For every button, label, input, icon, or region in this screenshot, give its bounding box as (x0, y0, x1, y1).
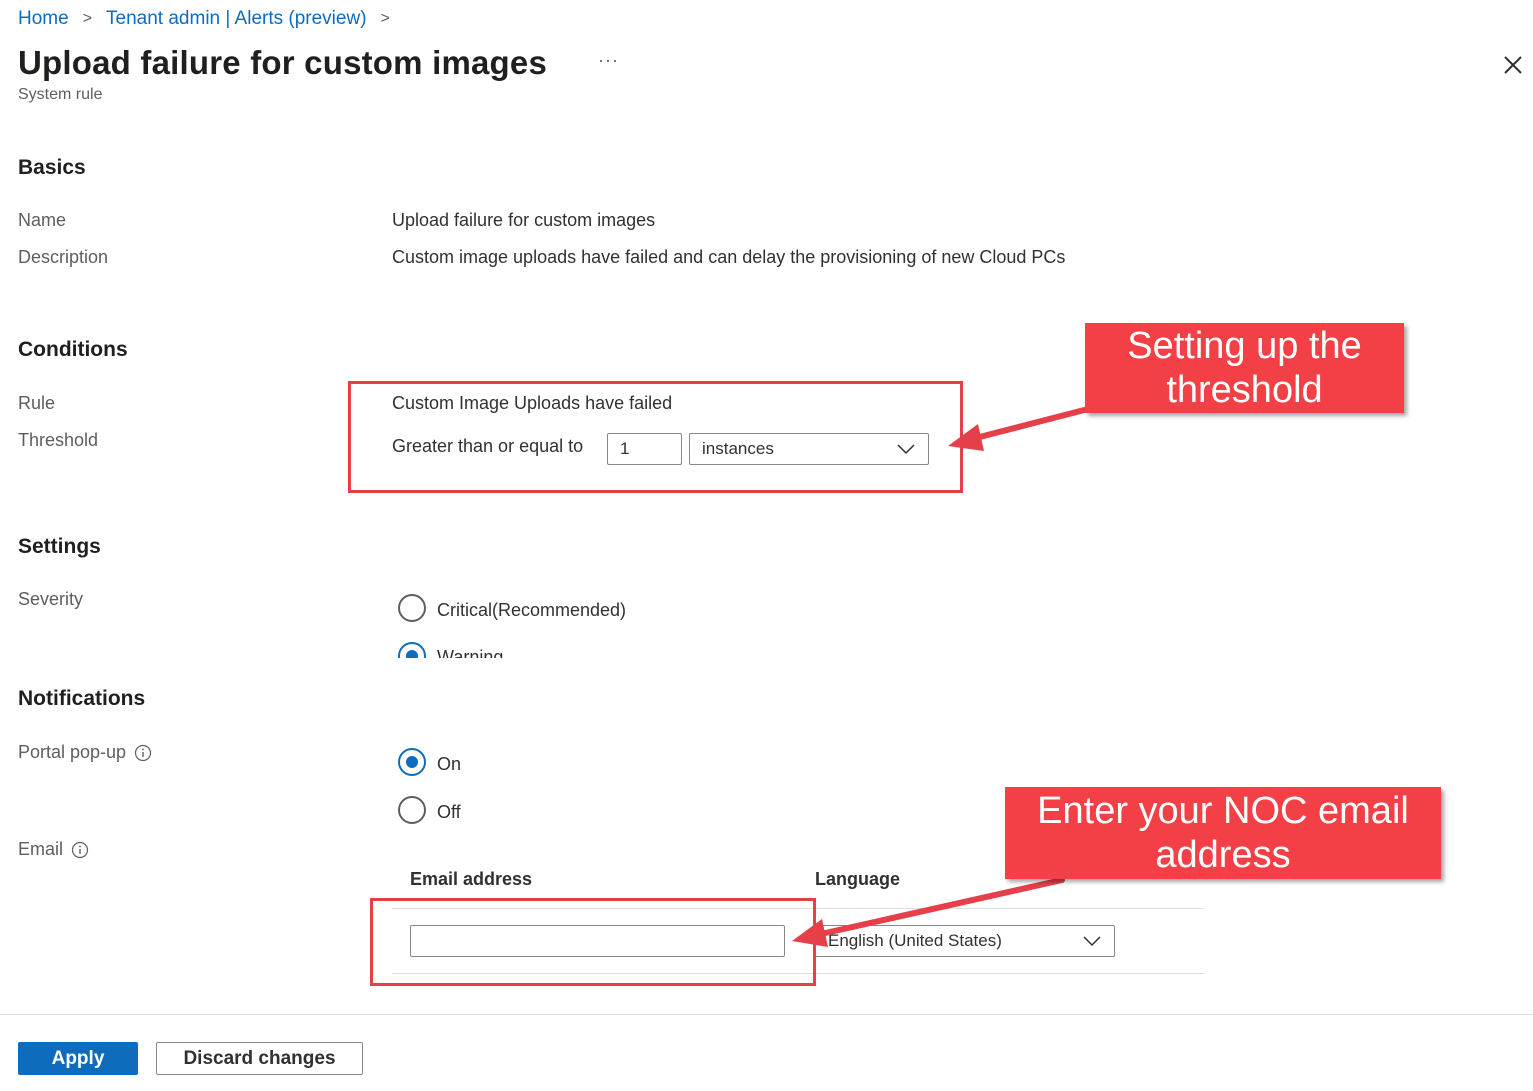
email-callout: Enter your NOC email address (1005, 787, 1441, 879)
discard-changes-button[interactable]: Discard changes (156, 1042, 363, 1075)
threshold-callout-arrow (948, 405, 1095, 451)
footer-divider (0, 1014, 1533, 1015)
apply-button[interactable]: Apply (18, 1042, 138, 1075)
annotation-arrows (792, 405, 1095, 947)
threshold-callout: Setting up the threshold (1085, 323, 1404, 413)
email-callout-arrow (792, 877, 1065, 947)
